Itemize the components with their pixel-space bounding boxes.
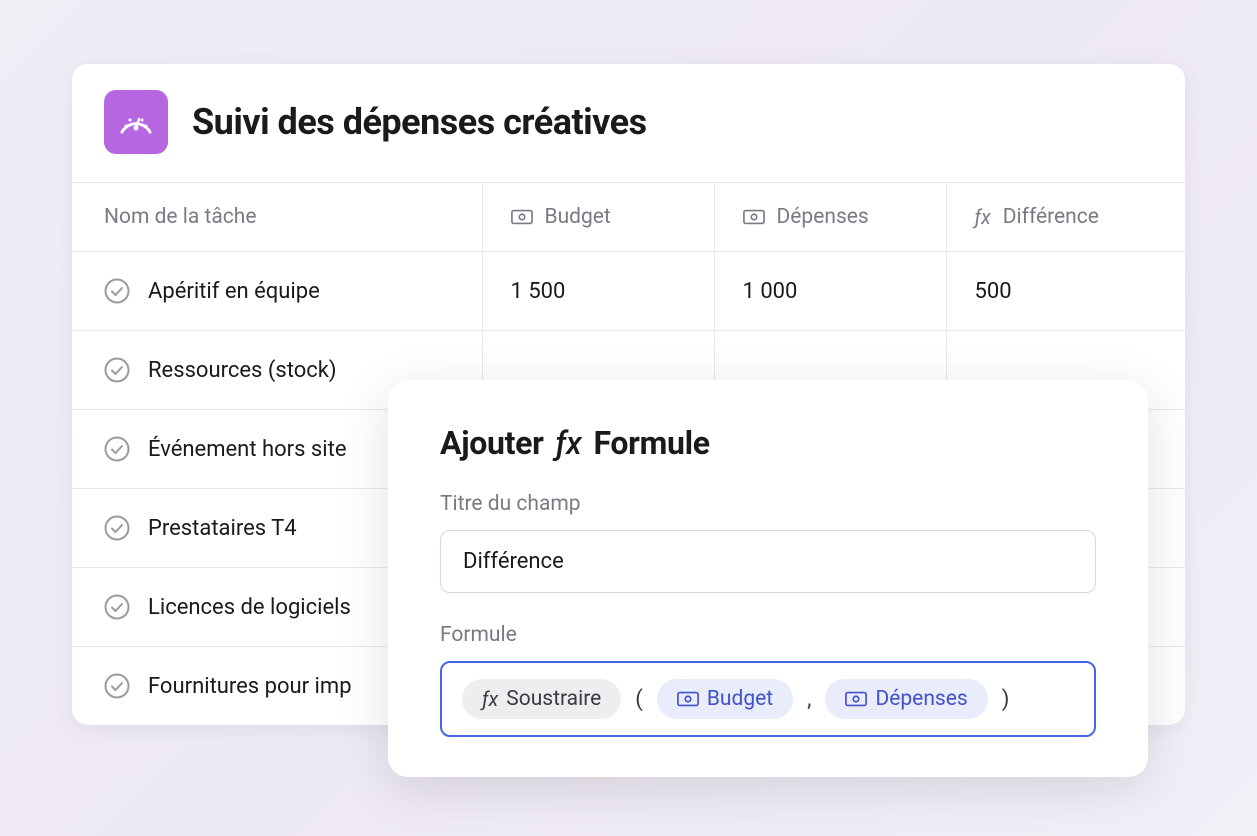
formula-icon: ƒx bbox=[482, 687, 498, 711]
close-paren: ) bbox=[1002, 687, 1010, 712]
task-name: Licences de logiciels bbox=[148, 595, 351, 620]
field-name: Dépenses bbox=[875, 687, 967, 711]
comma: , bbox=[807, 687, 811, 712]
table-row[interactable]: Apéritif en équipe 1 5001 000500 bbox=[72, 252, 1185, 331]
modal-title-suffix: Formule bbox=[593, 424, 709, 462]
task-name: Ressources (stock) bbox=[148, 358, 337, 383]
formula-label: Formule bbox=[440, 623, 1096, 647]
field-title-input[interactable] bbox=[440, 530, 1096, 593]
field-title-label: Titre du champ bbox=[440, 492, 1096, 516]
check-circle-icon bbox=[104, 436, 130, 462]
card-header: Suivi des dépenses créatives bbox=[72, 64, 1185, 182]
task-name: Événement hors site bbox=[148, 437, 346, 462]
check-circle-icon bbox=[104, 515, 130, 541]
modal-title-prefix: Ajouter bbox=[440, 424, 544, 462]
money-icon bbox=[677, 691, 699, 707]
task-name: Prestataires T4 bbox=[148, 516, 297, 541]
gauge-icon bbox=[104, 90, 168, 154]
money-icon bbox=[743, 209, 765, 225]
field-chip-budget[interactable]: Budget bbox=[657, 679, 793, 719]
page-title: Suivi des dépenses créatives bbox=[192, 101, 647, 143]
task-name: Fournitures pour imp bbox=[148, 674, 352, 699]
money-icon bbox=[845, 691, 867, 707]
field-name: Budget bbox=[707, 687, 773, 711]
column-label: Différence bbox=[1003, 205, 1099, 229]
budget-cell[interactable]: 1 500 bbox=[482, 252, 714, 331]
column-label: Budget bbox=[545, 205, 611, 229]
modal-title: Ajouter ƒx Formule bbox=[440, 424, 1096, 462]
formula-icon: ƒx bbox=[556, 424, 582, 462]
check-circle-icon bbox=[104, 673, 130, 699]
field-chip-expenses[interactable]: Dépenses bbox=[825, 679, 987, 719]
column-label: Nom de la tâche bbox=[104, 205, 257, 229]
function-name: Soustraire bbox=[506, 687, 601, 711]
column-header-difference[interactable]: ƒx Différence bbox=[946, 183, 1185, 252]
column-header-expenses[interactable]: Dépenses bbox=[714, 183, 946, 252]
formula-input[interactable]: ƒx Soustraire ( Budget , Dépenses ) bbox=[440, 661, 1096, 737]
check-circle-icon bbox=[104, 594, 130, 620]
open-paren: ( bbox=[635, 687, 643, 712]
formula-icon: ƒx bbox=[975, 205, 991, 229]
column-header-task[interactable]: Nom de la tâche bbox=[72, 183, 482, 252]
task-name: Apéritif en équipe bbox=[148, 279, 320, 304]
money-icon bbox=[511, 209, 533, 225]
expenses-cell[interactable]: 1 000 bbox=[714, 252, 946, 331]
add-formula-modal: Ajouter ƒx Formule Titre du champ Formul… bbox=[388, 380, 1148, 777]
function-chip[interactable]: ƒx Soustraire bbox=[462, 679, 621, 719]
check-circle-icon bbox=[104, 357, 130, 383]
column-header-budget[interactable]: Budget bbox=[482, 183, 714, 252]
column-label: Dépenses bbox=[777, 205, 869, 229]
check-circle-icon bbox=[104, 278, 130, 304]
difference-cell: 500 bbox=[946, 252, 1185, 331]
